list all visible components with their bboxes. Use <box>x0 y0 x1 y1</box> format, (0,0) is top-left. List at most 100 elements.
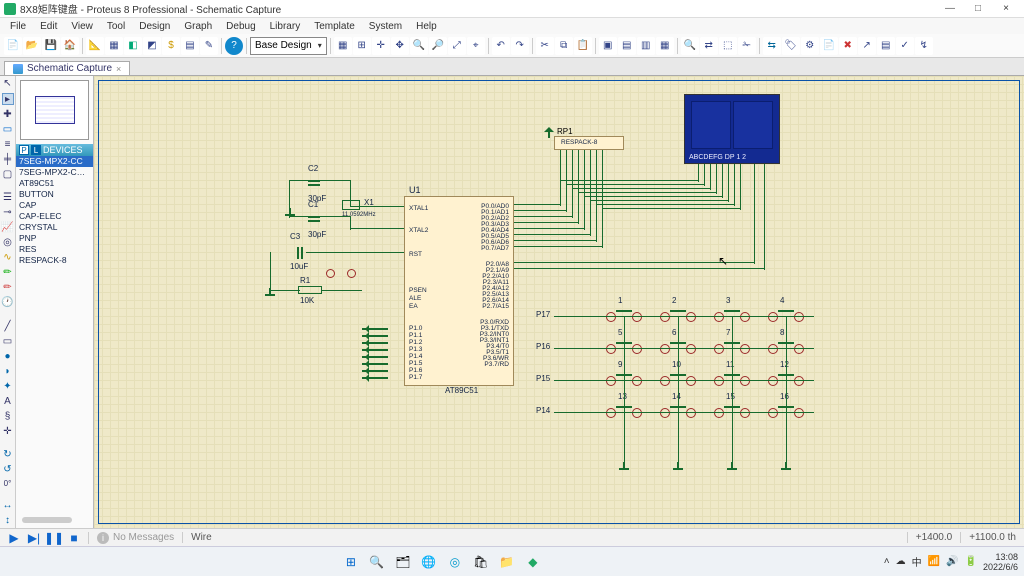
netlist-icon[interactable]: ↯ <box>915 37 933 55</box>
device-item-9[interactable]: RESPACK-8 <box>16 255 93 266</box>
bom-icon[interactable]: $ <box>162 37 180 55</box>
block-move-icon[interactable]: ▤ <box>618 37 636 55</box>
power-terminal[interactable] <box>544 122 554 132</box>
pick-p-icon[interactable]: P <box>19 145 29 155</box>
keypad-4x4[interactable]: P17 1 2 3 4 P16 5 6 7 8 P15 9 10 11 12 <box>564 304 824 484</box>
3d-icon[interactable]: ◧ <box>124 37 142 55</box>
preview-window[interactable] <box>20 80 89 140</box>
menu-graph[interactable]: Graph <box>178 21 218 32</box>
status-messages[interactable]: i No Messages <box>88 532 182 544</box>
help-icon[interactable]: ? <box>225 37 243 55</box>
proteus-task-icon[interactable]: ◆ <box>523 552 543 572</box>
device-item-8[interactable]: RES <box>16 244 93 255</box>
tray-battery-icon[interactable]: 🔋 <box>965 556 977 567</box>
component-c2[interactable] <box>308 174 320 192</box>
maximize-button[interactable]: □ <box>964 1 992 17</box>
pick-l-icon[interactable]: L <box>31 145 41 155</box>
bus-icon[interactable]: ╪ <box>2 154 14 165</box>
erc-icon[interactable]: ✓ <box>896 37 914 55</box>
tape-icon[interactable]: ◎ <box>2 237 14 248</box>
menu-view[interactable]: View <box>65 21 99 32</box>
zoom-region-icon[interactable]: ⌖ <box>467 37 485 55</box>
sim-stop-icon[interactable]: ■ <box>66 531 82 545</box>
edge-icon[interactable]: 🌐 <box>419 552 439 572</box>
undo-icon[interactable]: ↶ <box>492 37 510 55</box>
mirror-h-icon[interactable]: ↔ <box>2 500 14 511</box>
origin-icon[interactable]: ✛ <box>372 37 390 55</box>
tray-up-icon[interactable]: ˄ <box>884 556 890 567</box>
component-u1-at89c51[interactable]: U1 AT89C51 XTAL1 XTAL2 RST PSEN ALE EA P… <box>404 196 514 386</box>
block-delete-icon[interactable]: ▦ <box>656 37 674 55</box>
sim-pause-icon[interactable]: ❚❚ <box>46 531 62 545</box>
circle2d-icon[interactable]: ● <box>2 351 14 362</box>
explorer-icon[interactable]: 🗂 <box>393 552 413 572</box>
wirelabel-icon[interactable]: ▭ <box>2 124 14 135</box>
rotate-cw-icon[interactable]: ↻ <box>2 449 14 460</box>
device-item-0[interactable]: 7SEG-MPX2-CC <box>16 156 93 167</box>
pin-icon[interactable]: ⊸ <box>2 207 14 218</box>
device-item-6[interactable]: CRYSTAL <box>16 222 93 233</box>
open-icon[interactable]: 📂 <box>23 37 41 55</box>
symbol2d-icon[interactable]: § <box>2 411 14 422</box>
tray-wifi-icon[interactable]: 📶 <box>928 556 940 567</box>
text-script-icon[interactable]: ≡ <box>2 139 14 150</box>
subcircuit-icon[interactable]: ▢ <box>2 169 14 180</box>
pcb-icon[interactable]: ▦ <box>105 37 123 55</box>
device-item-1[interactable]: 7SEG-MPX2-CC-BLU <box>16 167 93 178</box>
tab-schematic-capture[interactable]: Schematic Capture × <box>4 61 130 75</box>
p1-header-block[interactable] <box>362 326 398 390</box>
del-sheet-icon[interactable]: ✖ <box>839 37 857 55</box>
bom-gen-icon[interactable]: ▤ <box>877 37 895 55</box>
close-button[interactable]: × <box>992 1 1020 17</box>
redo-icon[interactable]: ↷ <box>511 37 529 55</box>
menu-template[interactable]: Template <box>308 21 361 32</box>
tray-volume-icon[interactable]: 🔊 <box>946 556 958 567</box>
menu-design[interactable]: Design <box>133 21 176 32</box>
wire-autoroute-icon[interactable]: ⇆ <box>763 37 781 55</box>
gerber-icon[interactable]: ◩ <box>143 37 161 55</box>
terminal-icon[interactable]: ☰ <box>2 192 14 203</box>
exit-sheet-icon[interactable]: ↗ <box>858 37 876 55</box>
device-item-5[interactable]: CAP-ELEC <box>16 211 93 222</box>
block-rotate-icon[interactable]: ▥ <box>637 37 655 55</box>
instrument-icon[interactable]: 🕐 <box>2 297 14 308</box>
menu-edit[interactable]: Edit <box>34 21 63 32</box>
device-item-3[interactable]: BUTTON <box>16 189 93 200</box>
sim-play-icon[interactable]: ▶ <box>6 531 22 545</box>
snap-icon[interactable]: ▦ <box>334 37 352 55</box>
source-icon[interactable]: ▤ <box>181 37 199 55</box>
component-mode-icon[interactable]: ▸ <box>2 93 14 105</box>
property-icon[interactable]: ⚙ <box>801 37 819 55</box>
menu-help[interactable]: Help <box>410 21 443 32</box>
text2d-icon[interactable]: A <box>2 396 14 407</box>
tab-close-icon[interactable]: × <box>116 64 121 74</box>
grid-icon[interactable]: ⊞ <box>353 37 371 55</box>
path2d-icon[interactable]: ✦ <box>2 381 14 392</box>
junction-icon[interactable]: ✚ <box>2 109 14 120</box>
schematic-canvas[interactable]: U1 AT89C51 XTAL1 XTAL2 RST PSEN ALE EA P… <box>94 76 1024 528</box>
component-c1[interactable] <box>308 210 320 228</box>
browser2-icon[interactable]: ◎ <box>445 552 465 572</box>
sidepanel-scrollbar[interactable] <box>16 512 93 528</box>
paste-icon[interactable]: 📋 <box>574 37 592 55</box>
zoom-all-icon[interactable]: ⤢ <box>448 37 466 55</box>
box2d-icon[interactable]: ▭ <box>2 336 14 347</box>
graph-icon[interactable]: 📈 <box>2 222 14 233</box>
component-reset-button[interactable] <box>326 266 356 280</box>
decompose-icon[interactable]: ✁ <box>738 37 756 55</box>
zoom-out-icon[interactable]: 🔎 <box>429 37 447 55</box>
design-combo[interactable]: Base Design <box>250 37 327 55</box>
component-r1[interactable] <box>298 286 322 294</box>
block-copy-icon[interactable]: ▣ <box>599 37 617 55</box>
new-sheet-icon[interactable]: 📄 <box>820 37 838 55</box>
save-icon[interactable]: 💾 <box>42 37 60 55</box>
component-rp1-respack[interactable]: RP1 RESPACK-8 <box>554 136 624 150</box>
make-device-icon[interactable]: ⇄ <box>700 37 718 55</box>
close-proj-icon[interactable]: 🏠 <box>61 37 79 55</box>
search-tag-icon[interactable]: 🏷 <box>782 37 800 55</box>
gnd-terminal-1[interactable] <box>264 294 276 304</box>
search-icon[interactable]: 🔍 <box>367 552 387 572</box>
folder-icon[interactable]: 📁 <box>497 552 517 572</box>
device-item-2[interactable]: AT89C51 <box>16 178 93 189</box>
zoom-in-icon[interactable]: 🔍 <box>410 37 428 55</box>
